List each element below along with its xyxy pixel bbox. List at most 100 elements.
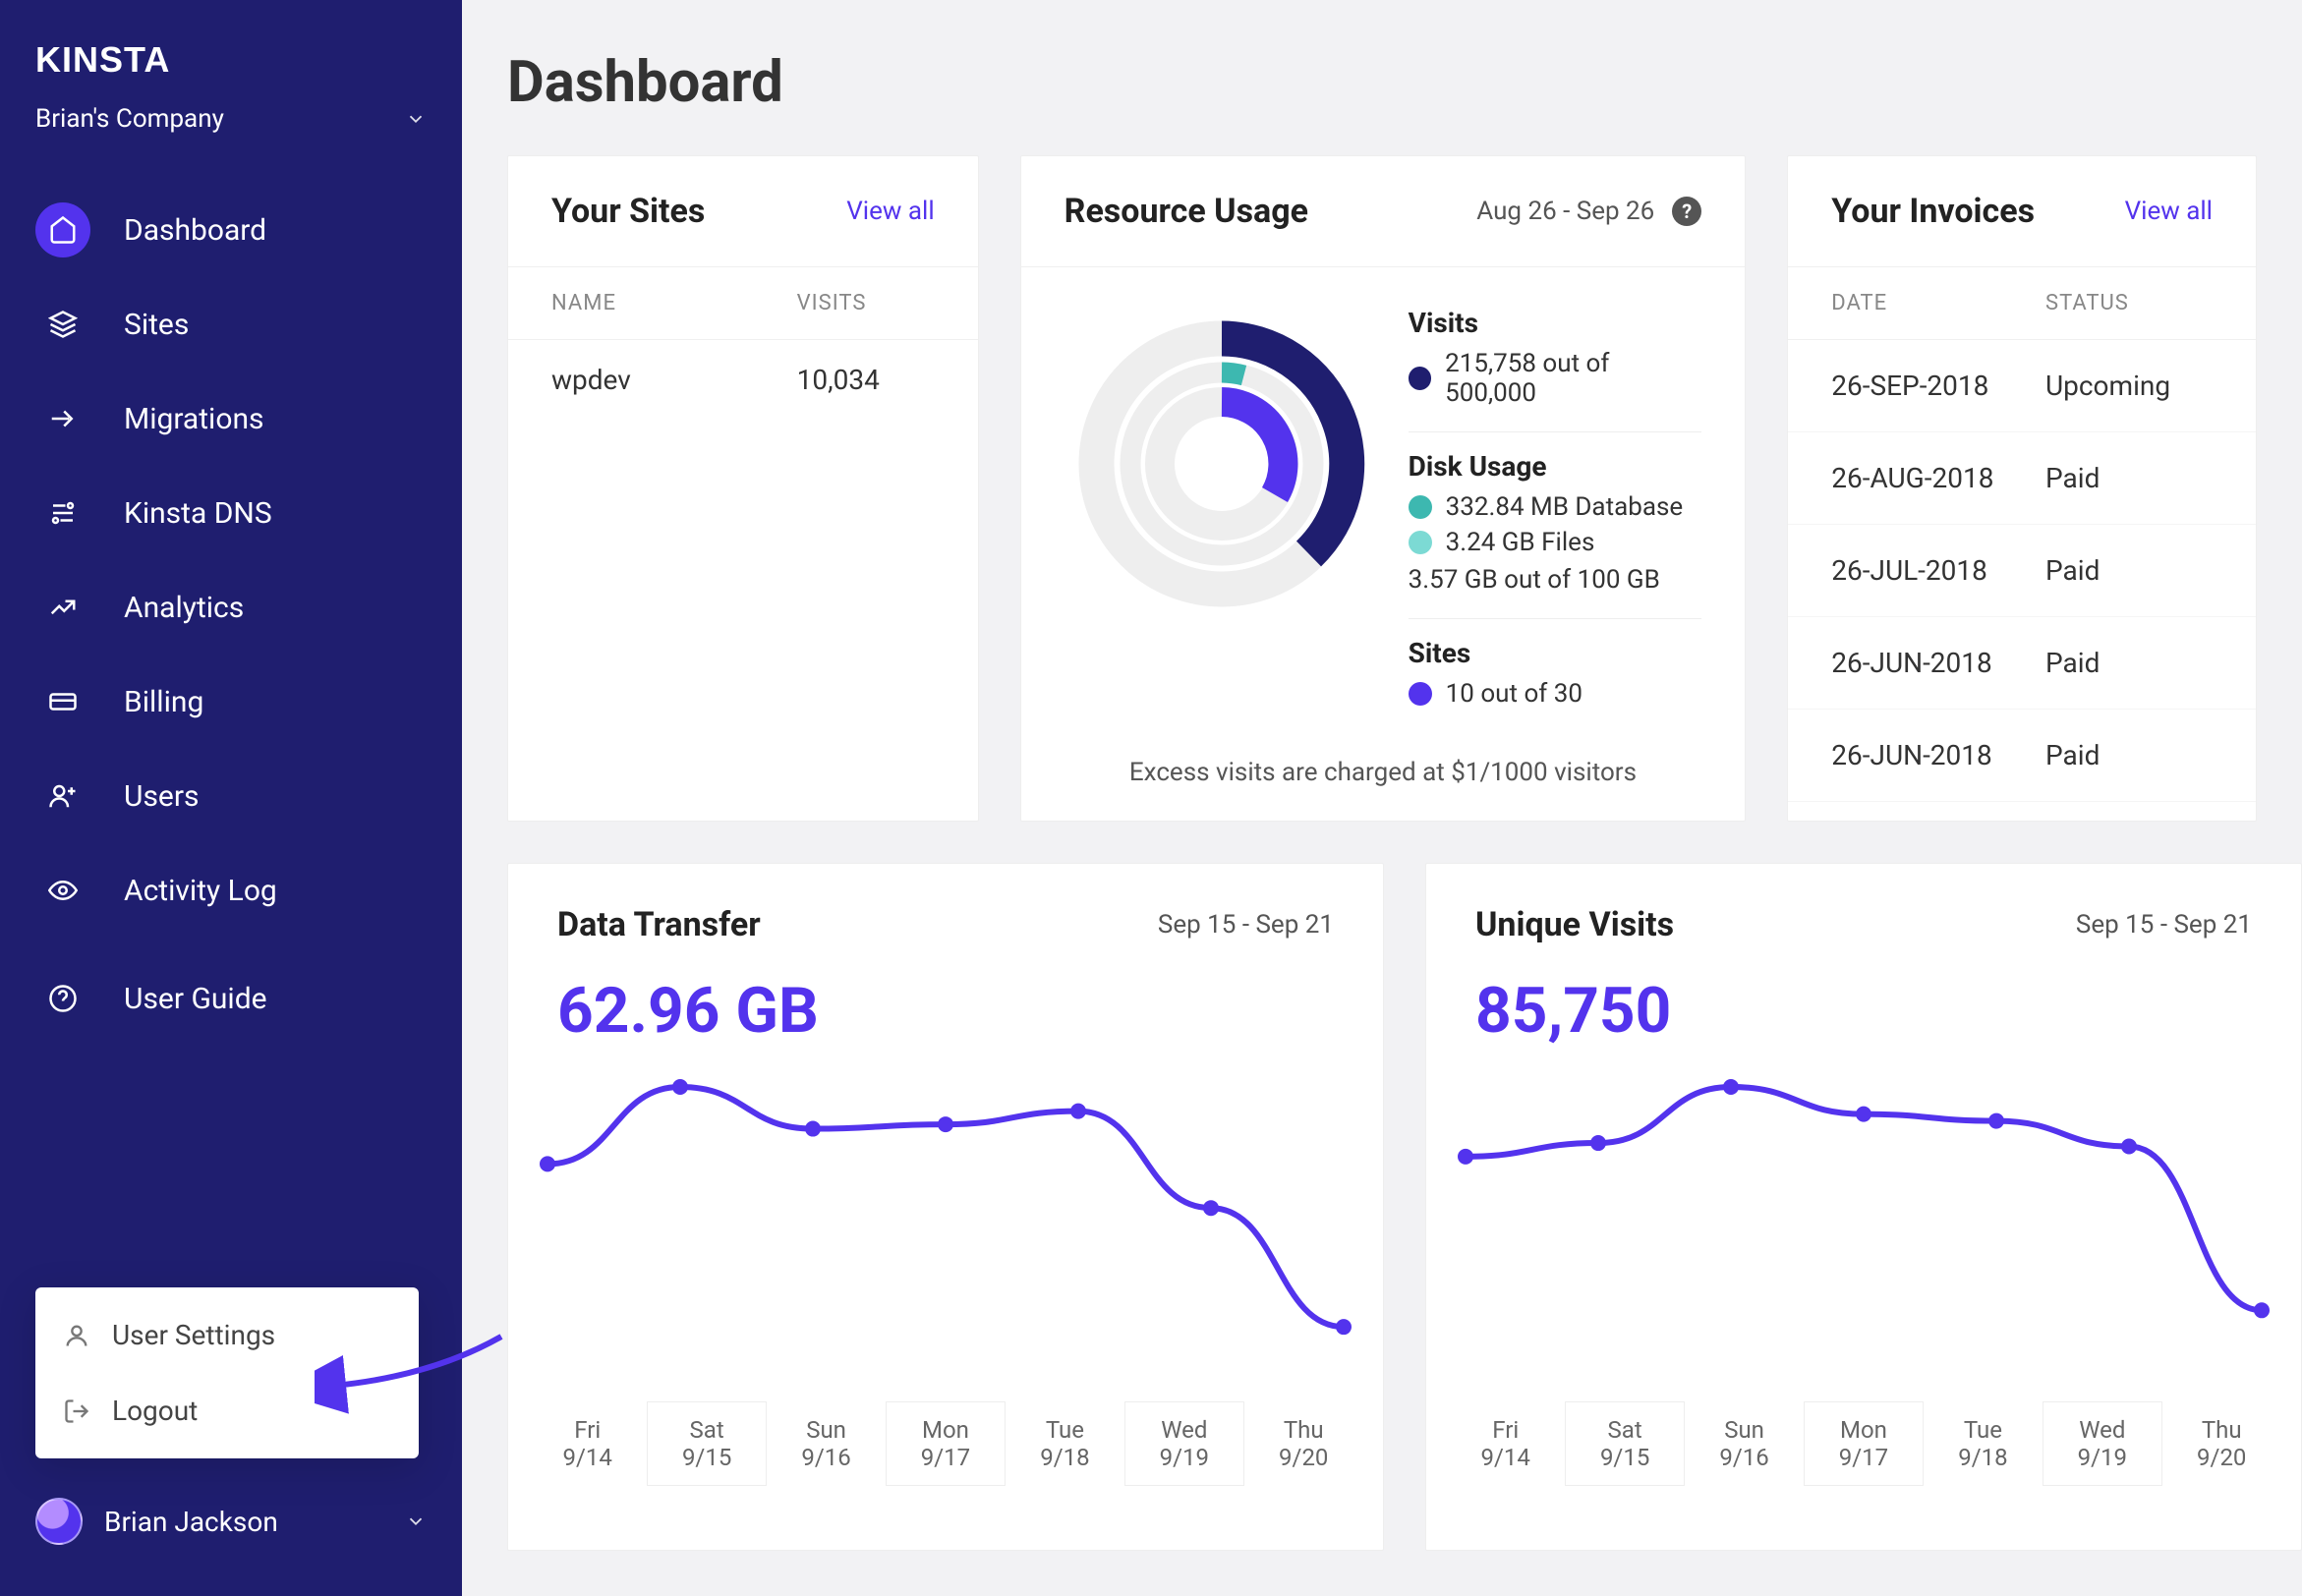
- sidebar-item-label: Kinsta DNS: [124, 496, 272, 531]
- chevron-down-icon: [405, 108, 427, 130]
- site-visits: 10,034: [797, 364, 935, 396]
- user-settings-item[interactable]: User Settings: [35, 1297, 419, 1373]
- invoice-status: Paid: [2045, 462, 2213, 494]
- xaxis-tick: Thu9/20: [2162, 1401, 2281, 1486]
- sidebar-item-label: Users: [124, 779, 200, 814]
- chevron-down-icon: [405, 1510, 427, 1532]
- invoices-title: Your Invoices: [1831, 192, 2035, 231]
- xaxis-tick: Sun9/16: [767, 1401, 886, 1486]
- data-transfer-range: Sep 15 - Sep 21: [1158, 910, 1334, 940]
- xaxis-tick: Sat9/15: [647, 1401, 766, 1486]
- sidebar-item-dns[interactable]: Kinsta DNS: [0, 466, 462, 560]
- xaxis-tick: Tue9/18: [1006, 1401, 1124, 1486]
- sidebar-item-users[interactable]: Users: [0, 749, 462, 843]
- logout-label: Logout: [112, 1395, 198, 1427]
- user-profile-toggle[interactable]: Brian Jackson: [0, 1476, 462, 1567]
- invoice-status: Upcoming: [2045, 370, 2213, 402]
- sites-view-all-link[interactable]: View all: [846, 197, 934, 226]
- your-sites-card: Your Sites View all NAME VISITS wpdev 10…: [507, 155, 979, 822]
- xaxis-tick: Mon9/17: [886, 1401, 1005, 1486]
- invoice-date: 26-JUL-2018: [1831, 554, 2045, 587]
- invoice-date: 26-AUG-2018: [1831, 462, 2045, 494]
- sidebar-item-sites[interactable]: Sites: [0, 277, 462, 371]
- unique-visits-sparkline: [1436, 1057, 2291, 1392]
- sidebar-item-activity[interactable]: Activity Log: [0, 843, 462, 938]
- invoice-status: Paid: [2045, 739, 2213, 771]
- legend-sites-title: Sites: [1409, 637, 1702, 669]
- users-icon: [35, 769, 90, 824]
- avatar: [35, 1498, 83, 1545]
- invoice-row[interactable]: 26-JUN-2018 Paid: [1788, 617, 2256, 710]
- legend-db-value: 332.84 MB Database: [1446, 492, 1684, 522]
- company-name: Brian's Company: [35, 104, 224, 134]
- xaxis-tick: Sat9/15: [1565, 1401, 1684, 1486]
- brand-logo: KINSTA: [0, 29, 462, 98]
- migrations-icon: [35, 391, 90, 446]
- invoice-status: Paid: [2045, 554, 2213, 587]
- help-icon[interactable]: ?: [1672, 197, 1701, 226]
- swatch-files: [1409, 531, 1432, 554]
- site-name: wpdev: [551, 364, 797, 396]
- inv-col-status: STATUS: [2045, 291, 2213, 315]
- legend-visits-title: Visits: [1409, 307, 1702, 339]
- logout-item[interactable]: Logout: [35, 1373, 419, 1449]
- site-row[interactable]: wpdev 10,034: [508, 340, 978, 420]
- legend-visits-value: 215,758 out of 500,000: [1445, 349, 1701, 408]
- invoice-date: 26-JUN-2018: [1831, 647, 2045, 679]
- invoice-date: 26-SEP-2018: [1831, 370, 2045, 402]
- xaxis-tick: Sun9/16: [1685, 1401, 1804, 1486]
- logout-icon: [63, 1397, 90, 1425]
- sites-col-visits: VISITS: [797, 291, 935, 315]
- invoice-date: 26-JUN-2018: [1831, 739, 2045, 771]
- invoice-row[interactable]: 26-AUG-2018 Paid: [1788, 432, 2256, 525]
- swatch-sites: [1409, 682, 1432, 706]
- invoices-view-all-link[interactable]: View all: [2125, 197, 2213, 226]
- dashboard-icon: [35, 202, 90, 257]
- xaxis-tick: Mon9/17: [1804, 1401, 1923, 1486]
- invoice-row[interactable]: 26-JUL-2018 Paid: [1788, 525, 2256, 617]
- activity-log-icon: [35, 863, 90, 918]
- sidebar-item-billing[interactable]: Billing: [0, 655, 462, 749]
- invoice-status: Paid: [2045, 647, 2213, 679]
- sidebar-item-label: Billing: [124, 685, 203, 719]
- analytics-icon: [35, 580, 90, 635]
- sidebar-item-label: User Guide: [124, 982, 267, 1016]
- xaxis-tick: Wed9/19: [2043, 1401, 2161, 1486]
- your-sites-title: Your Sites: [551, 192, 705, 231]
- data-transfer-sparkline: [518, 1057, 1373, 1392]
- billing-icon: [35, 674, 90, 729]
- legend-disk-title: Disk Usage: [1409, 450, 1702, 483]
- primary-nav: Dashboard Sites Migrations Kinsta DNS: [0, 173, 462, 1055]
- unique-visits-card: Unique Visits Sep 15 - Sep 21 85,750 Fri…: [1425, 863, 2302, 1551]
- sidebar-item-user-guide[interactable]: User Guide: [0, 951, 462, 1046]
- sidebar-item-analytics[interactable]: Analytics: [0, 560, 462, 655]
- data-transfer-xaxis: Fri9/14Sat9/15Sun9/16Mon9/17Tue9/18Wed9/…: [508, 1392, 1383, 1515]
- company-switcher[interactable]: Brian's Company: [0, 98, 462, 173]
- resource-usage-title: Resource Usage: [1065, 192, 1308, 231]
- xaxis-tick: Thu9/20: [1244, 1401, 1363, 1486]
- sidebar: KINSTA Brian's Company Dashboard Sites: [0, 0, 462, 1596]
- unique-visits-total: 85,750: [1426, 954, 2301, 1057]
- page-title: Dashboard: [507, 49, 2257, 116]
- resource-donut-chart: [1065, 307, 1379, 621]
- unique-visits-range: Sep 15 - Sep 21: [2076, 910, 2252, 940]
- unique-visits-title: Unique Visits: [1475, 905, 1674, 944]
- swatch-visits: [1409, 367, 1432, 390]
- data-transfer-card: Data Transfer Sep 15 - Sep 21 62.96 GB F…: [507, 863, 1384, 1551]
- inv-col-date: DATE: [1831, 291, 2045, 315]
- user-settings-label: User Settings: [112, 1319, 275, 1351]
- data-transfer-title: Data Transfer: [557, 905, 761, 944]
- xaxis-tick: Tue9/18: [1924, 1401, 2043, 1486]
- unique-visits-xaxis: Fri9/14Sat9/15Sun9/16Mon9/17Tue9/18Wed9/…: [1426, 1392, 2301, 1515]
- sidebar-item-dashboard[interactable]: Dashboard: [0, 183, 462, 277]
- legend-disk-total: 3.57 GB out of 100 GB: [1409, 565, 1660, 595]
- xaxis-tick: Fri9/14: [1446, 1401, 1565, 1486]
- sites-col-name: NAME: [551, 291, 797, 315]
- sidebar-item-migrations[interactable]: Migrations: [0, 371, 462, 466]
- invoice-row[interactable]: 26-JUN-2018 Paid: [1788, 710, 2256, 802]
- sidebar-item-label: Sites: [124, 308, 189, 342]
- invoice-row[interactable]: 26-SEP-2018 Upcoming: [1788, 340, 2256, 432]
- user-icon: [63, 1322, 90, 1349]
- legend-files-value: 3.24 GB Files: [1446, 528, 1595, 557]
- swatch-db: [1409, 495, 1432, 519]
